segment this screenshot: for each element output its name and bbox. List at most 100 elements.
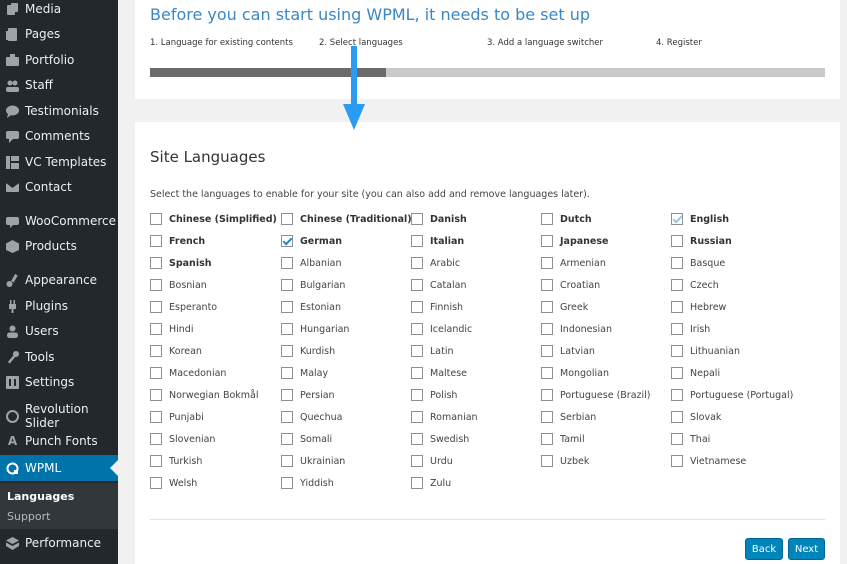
language-checkbox[interactable] [411,301,423,313]
language-checkbox[interactable] [150,257,162,269]
sidebar-item-users[interactable]: Users [0,318,118,344]
language-option[interactable]: Spanish [150,256,212,270]
language-checkbox[interactable] [411,235,423,247]
sidebar-item-plugins[interactable]: Plugins [0,293,118,319]
language-option[interactable]: Quechua [281,410,342,424]
language-checkbox[interactable] [411,257,423,269]
language-option[interactable]: German [281,234,342,248]
language-checkbox[interactable] [150,235,162,247]
language-checkbox[interactable] [541,345,553,357]
language-option[interactable]: Urdu [411,454,453,468]
language-checkbox[interactable] [411,279,423,291]
language-checkbox[interactable] [281,257,293,269]
language-checkbox[interactable] [671,257,683,269]
language-option[interactable]: Latvian [541,344,595,358]
language-checkbox[interactable] [411,455,423,467]
language-checkbox[interactable] [541,433,553,445]
sidebar-item-wpml[interactable]: WPML [0,455,118,481]
language-option[interactable]: English [671,212,729,226]
sidebar-item-appearance[interactable]: Appearance [0,267,118,293]
language-checkbox[interactable] [541,455,553,467]
language-option[interactable]: Hebrew [671,300,726,314]
language-checkbox[interactable] [150,345,162,357]
language-checkbox[interactable] [541,367,553,379]
language-option[interactable]: Maltese [411,366,467,380]
language-checkbox[interactable] [541,235,553,247]
language-checkbox[interactable] [671,433,683,445]
language-option[interactable]: Estonian [281,300,341,314]
language-checkbox[interactable] [281,301,293,313]
language-option[interactable]: Portuguese (Brazil) [541,388,651,402]
language-checkbox[interactable] [150,477,162,489]
language-checkbox[interactable] [281,367,293,379]
language-checkbox[interactable] [541,279,553,291]
language-option[interactable]: Uzbek [541,454,589,468]
sidebar-item-staff[interactable]: Staff [0,72,118,98]
language-option[interactable]: Romanian [411,410,478,424]
language-option[interactable]: Latin [411,344,454,358]
language-option[interactable]: Armenian [541,256,606,270]
language-option[interactable]: Somali [281,432,332,446]
language-option[interactable]: Polish [411,388,457,402]
language-option[interactable]: Tamil [541,432,585,446]
language-option[interactable]: Croatian [541,278,600,292]
language-option[interactable]: French [150,234,205,248]
language-option[interactable]: Finnish [411,300,463,314]
language-checkbox[interactable] [281,213,293,225]
sidebar-item-performance[interactable]: Performance [0,530,118,556]
sidebar-item-media[interactable]: Media [0,0,118,22]
sidebar-item-pages[interactable]: Pages [0,21,118,47]
language-checkbox[interactable] [671,411,683,423]
language-checkbox[interactable] [541,213,553,225]
language-option[interactable]: Hungarian [281,322,349,336]
language-option[interactable]: Thai [671,432,710,446]
language-option[interactable]: Arabic [411,256,460,270]
language-option[interactable]: Kurdish [281,344,335,358]
language-checkbox[interactable] [150,213,162,225]
language-checkbox[interactable] [150,455,162,467]
sidebar-item-comments[interactable]: Comments [0,123,118,149]
language-checkbox[interactable] [411,345,423,357]
language-checkbox[interactable] [150,433,162,445]
language-checkbox[interactable] [541,301,553,313]
language-option[interactable]: Serbian [541,410,596,424]
language-checkbox[interactable] [411,367,423,379]
language-option[interactable]: Malay [281,366,328,380]
sidebar-item-contact[interactable]: Contact [0,174,118,200]
language-option[interactable]: Irish [671,322,710,336]
language-checkbox[interactable] [541,411,553,423]
language-checkbox[interactable] [411,433,423,445]
sidebar-item-testimonials[interactable]: Testimonials [0,98,118,124]
back-button[interactable]: Back [745,538,783,560]
language-option[interactable]: Japanese [541,234,608,248]
language-option[interactable]: Mongolian [541,366,609,380]
sidebar-item-portfolio[interactable]: Portfolio [0,47,118,73]
language-checkbox[interactable] [281,411,293,423]
sidebar-item-products[interactable]: Products [0,233,118,259]
language-option[interactable]: Catalan [411,278,466,292]
language-checkbox[interactable] [281,345,293,357]
language-checkbox[interactable] [150,323,162,335]
language-option[interactable]: Nepali [671,366,720,380]
language-checkbox[interactable] [671,213,683,225]
language-checkbox[interactable] [671,235,683,247]
language-checkbox[interactable] [281,235,293,247]
language-option[interactable]: Chinese (Traditional) [281,212,412,226]
language-option[interactable]: Albanian [281,256,342,270]
language-option[interactable]: Swedish [411,432,469,446]
sidebar-item-settings[interactable]: Settings [0,369,118,395]
language-checkbox[interactable] [541,389,553,401]
language-option[interactable]: Slovak [671,410,721,424]
language-option[interactable]: Lithuanian [671,344,740,358]
language-checkbox[interactable] [411,411,423,423]
language-checkbox[interactable] [411,213,423,225]
language-checkbox[interactable] [281,433,293,445]
language-option[interactable]: Vietnamese [671,454,746,468]
language-checkbox[interactable] [281,389,293,401]
sidebar-item-punch-fonts[interactable]: A Punch Fonts [0,428,118,454]
language-checkbox[interactable] [671,345,683,357]
language-checkbox[interactable] [150,367,162,379]
sidebar-item-tools[interactable]: Tools [0,344,118,370]
language-option[interactable]: Bosnian [150,278,207,292]
language-option[interactable]: Hindi [150,322,193,336]
